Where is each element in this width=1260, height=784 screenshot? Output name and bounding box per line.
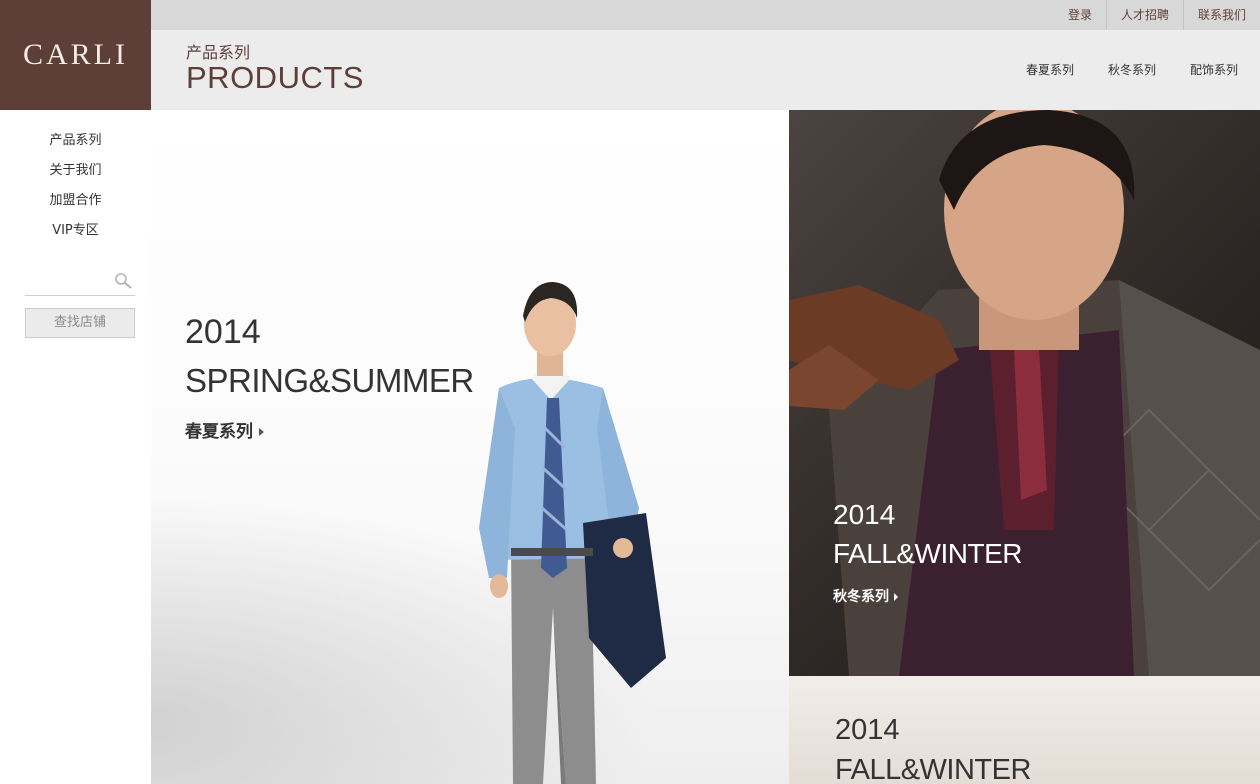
sidebar-item-products[interactable]: 产品系列: [0, 126, 151, 156]
sidebar: 产品系列 关于我们 加盟合作 VIP专区 查找店铺: [0, 110, 151, 338]
ss-year: 2014: [185, 313, 261, 351]
fall-winter-panel[interactable]: 2014 FALL&WINTER 秋冬系列: [789, 110, 1260, 676]
fw-link-label: 秋冬系列: [833, 589, 889, 605]
sidebar-item-franchise[interactable]: 加盟合作: [0, 186, 151, 216]
accessories-panel[interactable]: 2014 FALL&WINTER: [789, 676, 1260, 784]
fw-year: 2014: [833, 499, 896, 530]
top-links: 登录 人才招聘 联系我们: [1054, 0, 1260, 30]
page-header: 产品系列 PRODUCTS 春夏系列 秋冬系列 配饰系列: [151, 30, 1260, 110]
spring-summer-panel[interactable]: 2014 SPRING&SUMMER 春夏系列: [151, 110, 789, 784]
logo-text: CARLI: [23, 38, 128, 71]
ss-season-title: SPRING&SUMMER: [185, 362, 474, 399]
subnav-fall-winter[interactable]: 秋冬系列: [1108, 61, 1156, 78]
find-store-button[interactable]: 查找店铺: [25, 308, 135, 338]
arrow-right-icon: [894, 593, 898, 601]
ss-link-label: 春夏系列: [185, 422, 253, 442]
top-utility-bar: 登录 人才招聘 联系我们: [151, 0, 1260, 30]
brand-logo[interactable]: CARLI: [0, 0, 151, 110]
subnav-spring-summer[interactable]: 春夏系列: [1026, 61, 1074, 78]
contact-link[interactable]: 联系我们: [1182, 0, 1260, 30]
fw-collection-link[interactable]: 秋冬系列: [833, 586, 898, 606]
arrow-right-icon: [259, 428, 264, 436]
search-box: [25, 266, 135, 296]
ss-collection-link[interactable]: 春夏系列: [185, 417, 264, 442]
subnav-accessories[interactable]: 配饰系列: [1190, 61, 1238, 78]
login-link[interactable]: 登录: [1054, 0, 1106, 30]
careers-link[interactable]: 人才招聘: [1105, 0, 1183, 30]
page-title-en: PRODUCTS: [186, 60, 364, 95]
spring-summer-model-image: [479, 282, 666, 784]
search-input[interactable]: [25, 266, 109, 294]
acc-year: 2014: [835, 714, 900, 746]
acc-season-title: FALL&WINTER: [835, 754, 1031, 784]
fw-season-title: FALL&WINTER: [833, 538, 1022, 569]
product-subnav: 春夏系列 秋冬系列 配饰系列: [1026, 61, 1238, 78]
sidebar-item-vip[interactable]: VIP专区: [0, 216, 151, 246]
sidebar-item-about[interactable]: 关于我们: [0, 156, 151, 186]
search-icon[interactable]: [113, 272, 135, 290]
